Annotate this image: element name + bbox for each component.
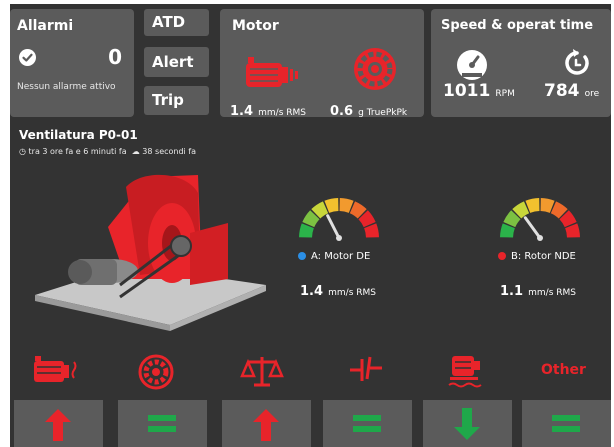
status-bearing[interactable] <box>118 400 207 447</box>
motor-accel: 0.6 g TruePkPk <box>330 100 407 119</box>
gauge-a-unit: mm/s RMS <box>328 288 376 298</box>
gauge-motor-de <box>299 198 379 241</box>
gauge-needle <box>326 214 341 240</box>
check-circle-icon <box>19 49 36 66</box>
timer-icon <box>565 49 589 75</box>
asset-name: Ventilatura P0-01 <box>19 128 138 142</box>
bearing-icon <box>354 48 396 90</box>
foundation-icon[interactable] <box>446 354 486 392</box>
asset-meta: ◷ tra 3 ore fa e 6 minuti fa ☁ 38 second… <box>19 147 196 156</box>
gauge-b-label: B: Rotor NDE <box>498 251 576 262</box>
arrow-down-icon <box>454 408 480 440</box>
gauge-hub <box>336 235 342 241</box>
misalignment-icon[interactable] <box>348 354 384 386</box>
next-update: tra 3 ore fa e 6 minuti fa <box>28 147 127 156</box>
motor-title: Motor <box>232 18 279 34</box>
equal-icon <box>552 415 580 432</box>
cloud-icon: ☁ <box>131 147 140 156</box>
gauge-b-value: 1.1 <box>500 284 524 299</box>
motor-vibration-icon[interactable] <box>32 354 82 388</box>
arrow-up-icon <box>45 409 71 441</box>
status-other[interactable] <box>522 400 611 447</box>
fan-machine-illustration <box>35 174 266 331</box>
status-foundation[interactable] <box>423 400 512 447</box>
gauge-hub <box>537 235 543 241</box>
alarms-panel[interactable]: Allarmi 0 Nessun allarme attivo <box>10 9 134 117</box>
status-balance[interactable] <box>222 400 311 447</box>
other-category-label[interactable]: Other <box>541 362 586 378</box>
motor-velocity-value: 1.4 <box>230 104 254 119</box>
motor-velocity: 1.4 mm/s RMS <box>230 100 306 119</box>
motor-accel-value: 0.6 <box>330 104 354 119</box>
alarms-title: Allarmi <box>17 18 74 34</box>
hours-unit: ore <box>584 89 600 99</box>
hours-value: 784 <box>544 81 580 101</box>
alarms-message: Nessun allarme attivo <box>17 82 116 92</box>
speed-panel[interactable]: Speed & operat time 1011 RPM 784 ore <box>431 9 611 117</box>
bearing-category-icon[interactable] <box>138 354 174 390</box>
speed-title: Speed & operat time <box>441 18 594 33</box>
gauge-b-label-text: B: Rotor NDE <box>511 251 576 262</box>
gauge-b-reading: 1.1 mm/s RMS <box>500 280 576 299</box>
status-vibration[interactable] <box>14 400 103 447</box>
rpm-readout: 1011 RPM <box>443 81 515 101</box>
clock-icon: ◷ <box>19 147 26 156</box>
motor-accel-unit: g TruePkPk <box>358 108 408 118</box>
status-misalignment[interactable] <box>323 400 412 447</box>
gauge-b-dot <box>498 252 506 260</box>
last-sync: 38 secondi fa <box>142 147 197 156</box>
trip-button[interactable]: Trip <box>144 86 209 115</box>
speedometer-icon <box>457 50 487 80</box>
motor-velocity-unit: mm/s RMS <box>258 108 306 118</box>
alert-button[interactable]: Alert <box>144 47 209 77</box>
balance-icon[interactable] <box>240 354 284 388</box>
rpm-value: 1011 <box>443 81 491 101</box>
gauge-b-unit: mm/s RMS <box>528 288 576 298</box>
dashboard: Allarmi 0 Nessun allarme attivo ATD Aler… <box>10 4 611 447</box>
rpm-unit: RPM <box>495 89 515 99</box>
gauge-a-label: A: Motor DE <box>298 251 370 262</box>
gauge-a-dot <box>298 252 306 260</box>
atd-button[interactable]: ATD <box>144 9 209 36</box>
arrow-up-icon <box>253 409 279 441</box>
gauge-rotor-nde <box>500 198 580 241</box>
hours-readout: 784 ore <box>544 81 599 101</box>
gauge-needle <box>523 216 542 240</box>
motor-icon <box>246 57 298 87</box>
motor-panel[interactable]: Motor 1.4 mm/s RMS 0.6 g TruePkPk <box>220 9 424 119</box>
equal-icon <box>353 415 381 432</box>
gauge-a-label-text: A: Motor DE <box>311 251 371 262</box>
gauge-a-reading: 1.4 mm/s RMS <box>300 280 376 299</box>
gauge-a-value: 1.4 <box>300 284 324 299</box>
equal-icon <box>148 415 176 432</box>
alarms-count: 0 <box>108 45 122 69</box>
